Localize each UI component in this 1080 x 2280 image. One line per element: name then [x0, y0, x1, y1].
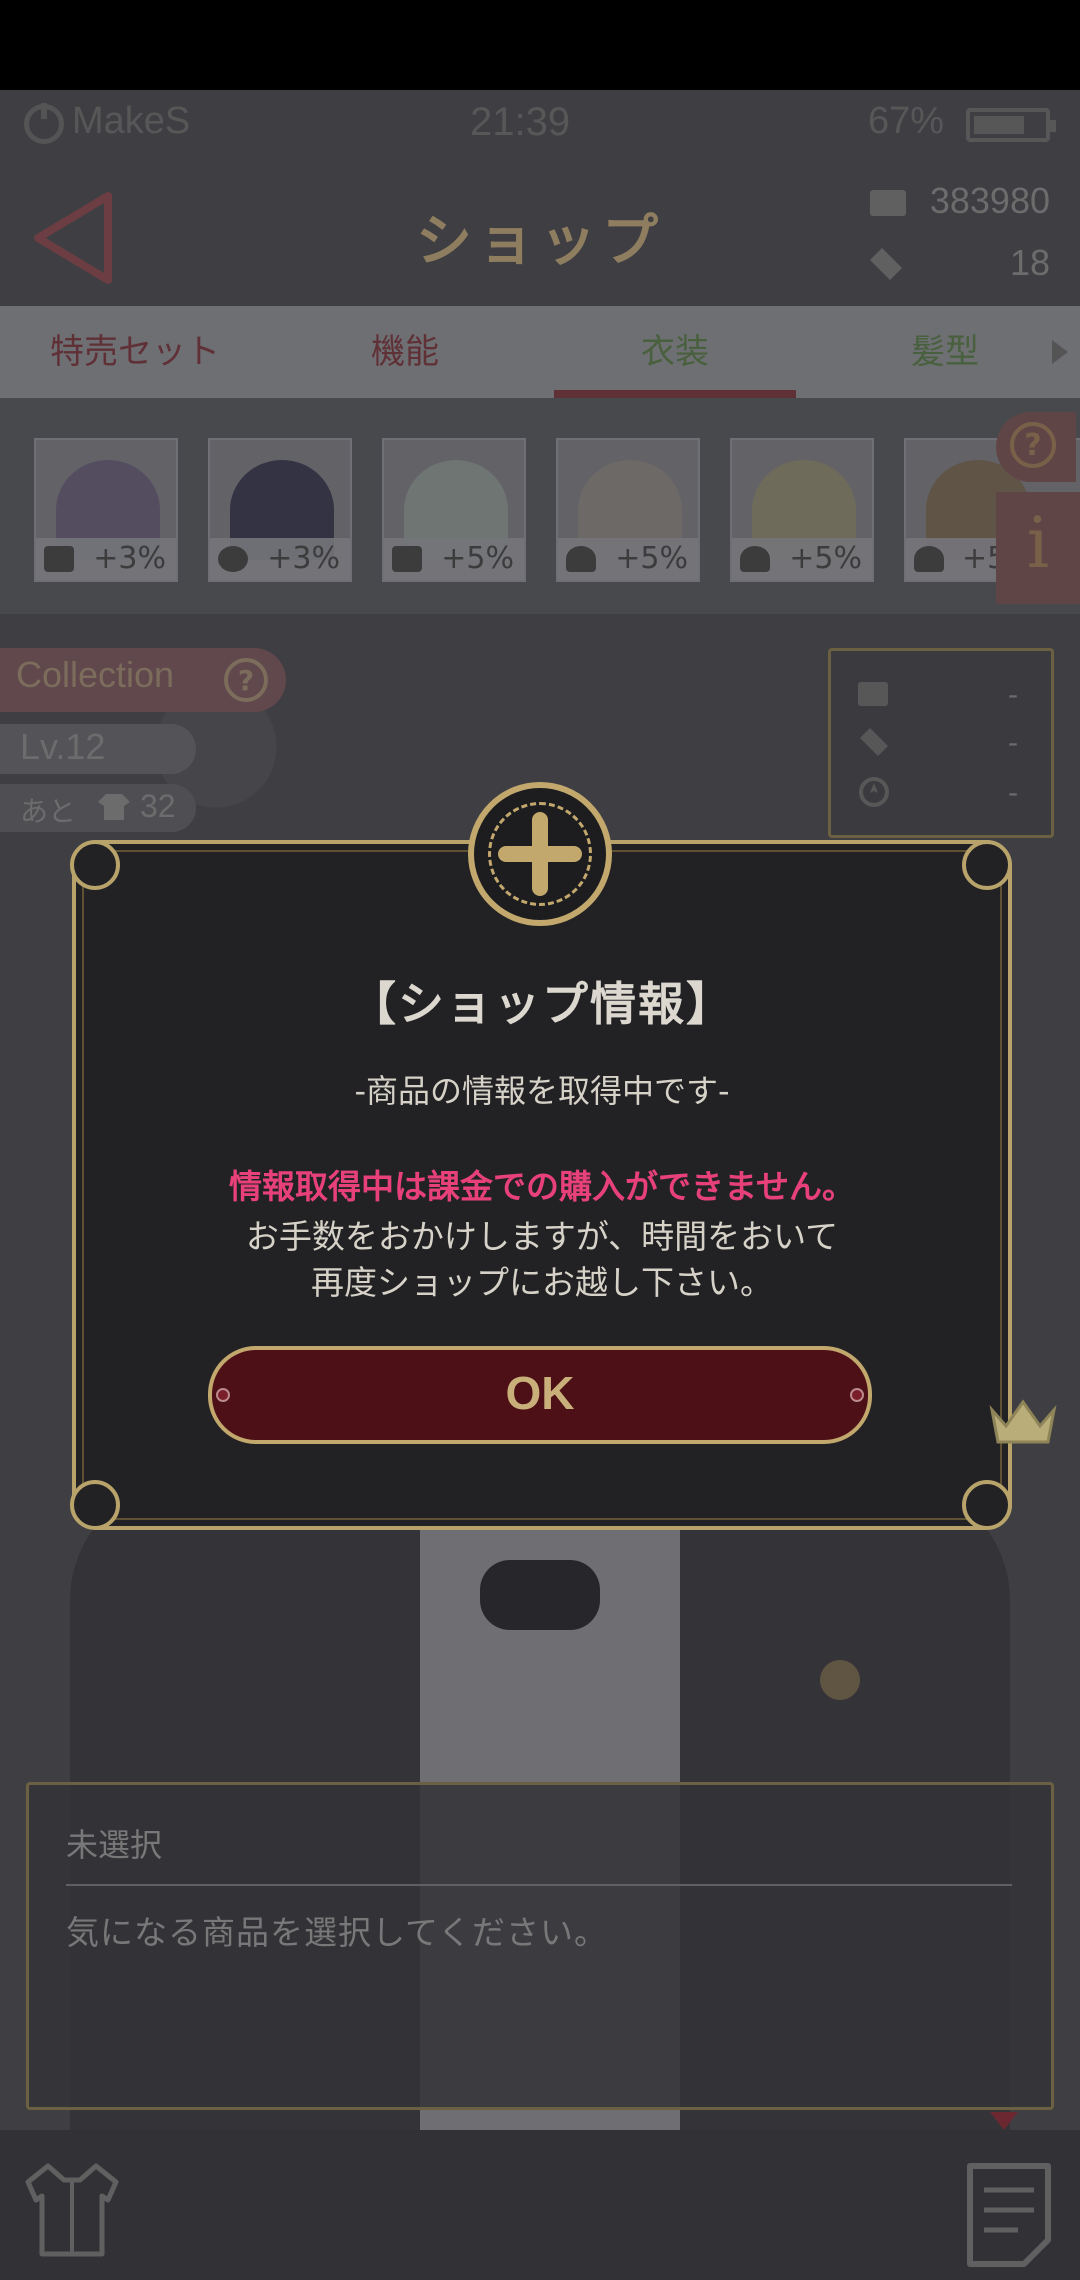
dialog-body-line: お手数をおかけしますが、時間をおいて — [245, 1217, 839, 1256]
dialog-warning: 情報取得中は課金での購入ができません。 — [228, 1167, 855, 1206]
ornament-corner-icon — [962, 840, 1012, 890]
dialog-subtitle: -商品の情報を取得中です- — [354, 1072, 730, 1110]
ornament-corner-icon — [70, 1480, 120, 1530]
dialog-body-line: 再度ショップにお越し下さい。 — [311, 1263, 773, 1302]
crown-icon — [989, 1399, 1057, 1444]
emblem-cross — [498, 846, 582, 862]
ornament-corner-icon — [962, 1480, 1012, 1530]
ornament-corner-icon — [70, 840, 120, 890]
ok-button-label: OK — [505, 1367, 575, 1419]
dialog-title: 【ショップ情報】 — [350, 977, 734, 1031]
